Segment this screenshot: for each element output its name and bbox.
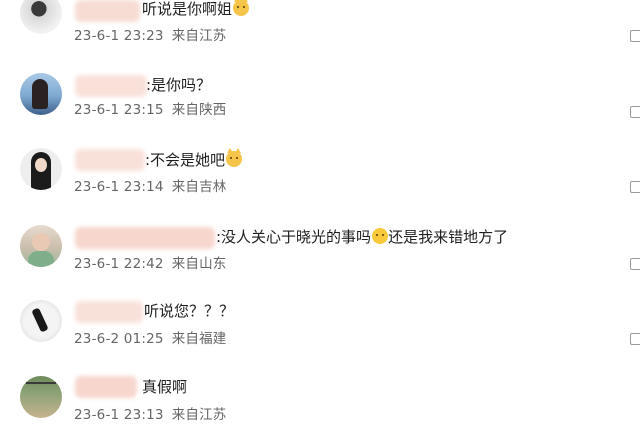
avatar-figure [31, 307, 49, 333]
cat-emoji-icon [233, 0, 250, 16]
comment-location: 来自陕西 [171, 102, 227, 118]
comment-date: 23-6-1 23:15 [74, 102, 164, 118]
reply-icon[interactable] [630, 106, 640, 118]
comment-text: :是你吗？ [146, 76, 212, 94]
avatar-face [32, 233, 50, 251]
blurred-username[interactable] [75, 227, 215, 249]
thinking-emoji-icon [372, 228, 389, 244]
comment-meta: 23-6-1 23:23 来自江苏 [74, 27, 227, 45]
reply-icon[interactable] [630, 333, 640, 345]
comment-date: 23-6-1 22:42 [74, 256, 164, 272]
comment-location: 来自吉林 [171, 179, 227, 195]
avatar[interactable] [20, 376, 62, 418]
comment-date: 23-6-1 23:23 [74, 28, 164, 44]
comment-item: 听说您？？？ 23-6-2 01:25 来自福建 [0, 297, 640, 367]
comment-text: 听说是你啊姐 [142, 0, 250, 19]
avatar-figure [32, 79, 48, 109]
comment-meta: 23-6-1 23:15 来自陕西 [74, 101, 227, 119]
avatar[interactable] [20, 148, 62, 190]
comment-item: :不会是她吧 23-6-1 23:14 来自吉林 [0, 145, 640, 215]
comment-item: 真假啊 23-6-1 23:13 来自江苏 [0, 373, 640, 443]
comment-text: 听说您？？？ [144, 302, 235, 320]
blurred-username[interactable] [75, 75, 147, 97]
blurred-username[interactable] [75, 0, 140, 22]
comment-meta: 23-6-1 23:14 来自吉林 [74, 178, 227, 196]
avatar[interactable] [20, 225, 62, 267]
comment-location: 来自福建 [171, 331, 227, 347]
avatar-detail [26, 382, 56, 384]
comment-meta: 23-6-1 22:42 来自山东 [74, 255, 227, 273]
avatar[interactable] [20, 0, 62, 34]
comment-date: 23-6-1 23:13 [74, 407, 164, 423]
comment-location: 来自山东 [171, 256, 227, 272]
comment-date: 23-6-1 23:14 [74, 179, 164, 195]
reply-icon[interactable] [630, 30, 640, 42]
comment-date: 23-6-2 01:25 [74, 331, 164, 347]
reply-icon[interactable] [630, 258, 640, 270]
comment-text: :没人关心于晓光的事吗 还是我来错地方了 [216, 228, 509, 246]
comment-location: 来自江苏 [171, 28, 227, 44]
avatar[interactable] [20, 300, 62, 342]
comment-meta: 23-6-2 01:25 来自福建 [74, 330, 227, 348]
comment-item: :是你吗？ 23-6-1 23:15 来自陕西 [0, 70, 640, 140]
avatar-body [28, 251, 54, 267]
comment-location: 来自江苏 [171, 407, 227, 423]
comment-text: :不会是她吧 [145, 148, 243, 170]
avatar[interactable] [20, 73, 62, 115]
comment-meta: 23-6-1 23:13 来自江苏 [74, 406, 227, 424]
comment-text: 真假啊 [142, 378, 188, 396]
blurred-username[interactable] [75, 376, 137, 398]
comment-item: :没人关心于晓光的事吗 还是我来错地方了 23-6-1 22:42 来自山东 [0, 222, 640, 292]
blurred-username[interactable] [75, 301, 143, 323]
cat-emoji-icon [226, 148, 243, 167]
blurred-username[interactable] [75, 149, 145, 171]
reply-icon[interactable] [630, 181, 640, 193]
comment-item: 听说是你啊姐 23-6-1 23:23 来自江苏 [0, 0, 640, 62]
avatar-face [35, 158, 47, 172]
